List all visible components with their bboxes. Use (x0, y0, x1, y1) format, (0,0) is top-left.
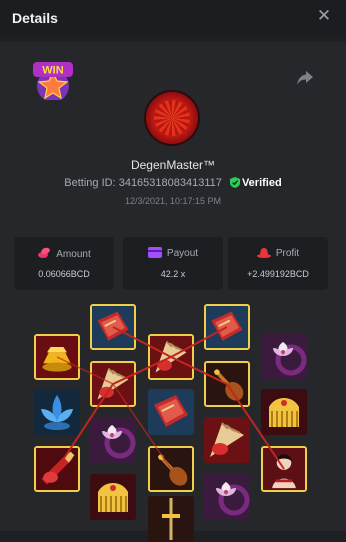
tile-sword (148, 496, 194, 542)
tile-lotus (34, 389, 80, 435)
tile-red-fan (34, 446, 80, 492)
tile-golden-comb (90, 474, 136, 520)
tile-orchid (204, 474, 250, 520)
tile-pipa-lute (204, 361, 250, 407)
tile-fan (148, 334, 194, 380)
tile-book (204, 304, 250, 350)
tile-gold-ingots (34, 334, 80, 380)
tile-lady (261, 446, 307, 492)
tile-pipa-lute (148, 446, 194, 492)
tile-orchid (90, 417, 136, 463)
tile-golden-comb (261, 389, 307, 435)
tile-book (90, 304, 136, 350)
slot-result-grid (0, 0, 346, 542)
tile-book (148, 389, 194, 435)
tile-fan (90, 361, 136, 407)
tile-fan (204, 417, 250, 463)
tile-orchid (261, 334, 307, 380)
